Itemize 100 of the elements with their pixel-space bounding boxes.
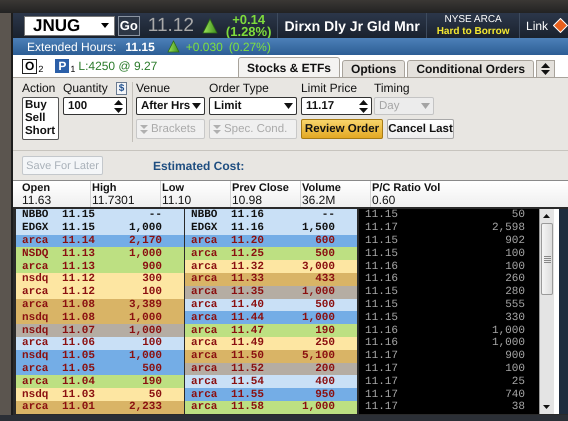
stat-value: 11.63 (22, 194, 52, 206)
cancel-button[interactable]: Cancel Last (387, 119, 454, 139)
action-option[interactable]: Short (23, 125, 58, 138)
venue-code: nsdq (21, 324, 50, 337)
venue-code: arca (21, 376, 50, 388)
ask-size: 1,000 (300, 286, 336, 298)
stepper-icon[interactable] (359, 100, 368, 112)
action-option[interactable]: Sell (23, 112, 58, 125)
bid-size: 2,233 (128, 401, 163, 414)
trade-price: 11.17 (364, 388, 398, 401)
venue-code: arca (21, 401, 50, 414)
order-type-dropdown[interactable]: Limit (209, 97, 297, 115)
bid-price: 11.12 (62, 286, 96, 298)
stat-label: Open (22, 182, 52, 194)
venue-code: arca (190, 312, 218, 324)
trade-price: 11.15 (364, 312, 398, 324)
bid-size: 50 (148, 388, 163, 401)
tab[interactable]: Conditional Orders (407, 60, 534, 77)
borrow-status: Hard to Borrow (436, 26, 510, 38)
ask-price: 11.33 (231, 273, 266, 286)
trade-price: 11.15 (364, 209, 398, 222)
trade-size: 330 (505, 312, 526, 324)
stat-label: High (92, 182, 118, 194)
price-change: +0.14 (232, 14, 266, 26)
ask-price: 11.16 (231, 222, 266, 234)
security-description: Dirxn Dly Jr Gld Mnr (284, 18, 420, 34)
trade-size: 100 (505, 362, 526, 375)
extended-hours-label: Extended Hours: (27, 40, 116, 54)
percent-change: (1.28%) (226, 26, 272, 38)
trade-size: 555 (505, 298, 526, 311)
stat-label: Low (162, 182, 185, 194)
positions-badge[interactable]: P (55, 59, 70, 73)
venue-dropdown[interactable]: After Hrs (136, 97, 205, 115)
review-button[interactable]: Review Order (301, 119, 383, 139)
venue-code: arca (190, 298, 218, 311)
double-caret-icon (140, 124, 148, 134)
caret-icon[interactable] (100, 23, 109, 28)
trade-size: 50 (512, 209, 526, 222)
action-list[interactable]: Buy Sell Short (22, 97, 59, 140)
tab[interactable]: Options (342, 60, 406, 77)
ask-price: 11.35 (231, 286, 266, 298)
bid-price: 11.13 (62, 260, 96, 273)
quantity-field[interactable]: 100 (63, 97, 127, 115)
extended-hours-change: +0.030 (186, 40, 223, 54)
trade-price: 11.16 (364, 337, 398, 350)
stepper-icon[interactable] (114, 100, 123, 112)
venue-label: Venue (136, 82, 172, 97)
ask-price: 11.47 (231, 324, 266, 337)
ask-size: 500 (314, 248, 336, 260)
ask-price: 11.16 (231, 209, 266, 222)
limit-price-field[interactable]: 11.17 (301, 97, 372, 115)
trade-price: 11.15 (364, 234, 398, 247)
tab[interactable]: Stocks & ETFs (238, 57, 340, 77)
stat-value: 11.10 (162, 194, 192, 206)
bid-size: 190 (141, 376, 163, 388)
extended-hours-price: 11.15 (125, 40, 155, 54)
diamond-icon[interactable] (553, 18, 568, 33)
bid-size: 1,000 (128, 350, 163, 362)
venue-code: arca (21, 286, 50, 298)
orders-count: 2 (38, 64, 44, 74)
venue-code: arca (190, 401, 218, 414)
venue-code: nsdq (21, 312, 50, 324)
venue-code: arca (190, 350, 218, 362)
venue-code: arca (190, 248, 218, 260)
venue-code: arca (190, 337, 218, 350)
trade-size: 100 (505, 248, 526, 260)
positions-count: 1 (70, 64, 76, 74)
symbol-field[interactable]: JNUG (24, 16, 115, 36)
quantity-label: Quantity (63, 82, 108, 97)
stat-label: P/C Ratio Vol (372, 182, 442, 194)
bid-price: 11.13 (62, 248, 96, 260)
caret-icon[interactable] (284, 103, 293, 109)
position-summary: L:4250 @ 9.27 (78, 59, 158, 73)
symbol-value: JNUG (33, 16, 80, 36)
order-type-label: Order Type (209, 82, 270, 97)
scrollbar[interactable] (539, 209, 554, 414)
ask-size: 5,100 (300, 350, 336, 362)
stat-value: 10.98 (232, 194, 264, 206)
dollar-toggle-button[interactable]: $ (116, 82, 127, 95)
ask-size: 3,000 (300, 260, 336, 273)
ask-size: 1,000 (300, 312, 336, 324)
action-option[interactable]: Buy (23, 99, 58, 112)
venue-code: NBBO (190, 209, 218, 222)
venue-code: nsdq (21, 388, 50, 401)
tab-scroll-button[interactable] (536, 60, 555, 77)
go-button[interactable]: Go (118, 16, 140, 36)
ask-size: 433 (314, 273, 336, 286)
venue-code: arca (190, 376, 218, 388)
ask-price: 11.32 (231, 260, 266, 273)
caret-icon[interactable] (192, 103, 201, 109)
venue-code: arca (21, 260, 50, 273)
ask-size: 600 (314, 234, 336, 247)
venue-code: arca (190, 273, 218, 286)
link-label[interactable]: Link (526, 18, 548, 32)
bid-size: 3,389 (128, 298, 163, 311)
bid-size: 500 (141, 362, 163, 375)
scrollbar-thumb[interactable] (541, 223, 553, 295)
orders-badge[interactable]: O (22, 58, 38, 74)
ask-price: 11.20 (231, 234, 266, 247)
bid-price: 11.07 (62, 324, 96, 337)
